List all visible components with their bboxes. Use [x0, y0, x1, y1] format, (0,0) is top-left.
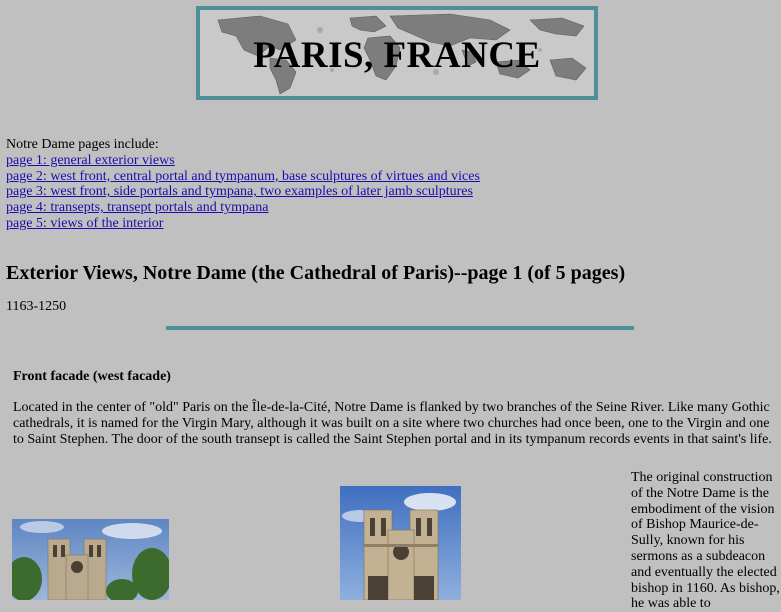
section-title: Front facade (west facade)	[13, 369, 171, 384]
link-page-4[interactable]: page 4: transepts, transept portals and …	[6, 200, 480, 216]
banner: PARIS, FRANCE	[196, 6, 598, 100]
link-page-1[interactable]: page 1: general exterior views	[6, 153, 480, 169]
notre-dame-photo	[340, 486, 461, 600]
link-page-3[interactable]: page 3: west front, side portals and tym…	[6, 184, 480, 200]
side-paragraph: The original construction of the Notre D…	[631, 470, 780, 612]
banner-title: PARIS, FRANCE	[253, 35, 541, 76]
notre-dame-photo-facade[interactable]	[340, 486, 461, 600]
link-page-5[interactable]: page 5: views of the interior	[6, 216, 480, 232]
page-heading: Exterior Views, Notre Dame (the Cathedra…	[6, 262, 626, 284]
notre-dame-pages-list: Notre Dame pages include: page 1: genera…	[6, 137, 480, 232]
notre-dame-photo-wide[interactable]	[12, 519, 169, 600]
section-paragraph: Located in the center of "old" Paris on …	[13, 400, 772, 447]
horizontal-rule	[166, 326, 634, 330]
notre-dame-photo	[12, 519, 169, 600]
pages-list-lead: Notre Dame pages include:	[6, 137, 159, 152]
link-page-2[interactable]: page 2: west front, central portal and t…	[6, 169, 480, 185]
construction-dates: 1163-1250	[6, 299, 67, 314]
